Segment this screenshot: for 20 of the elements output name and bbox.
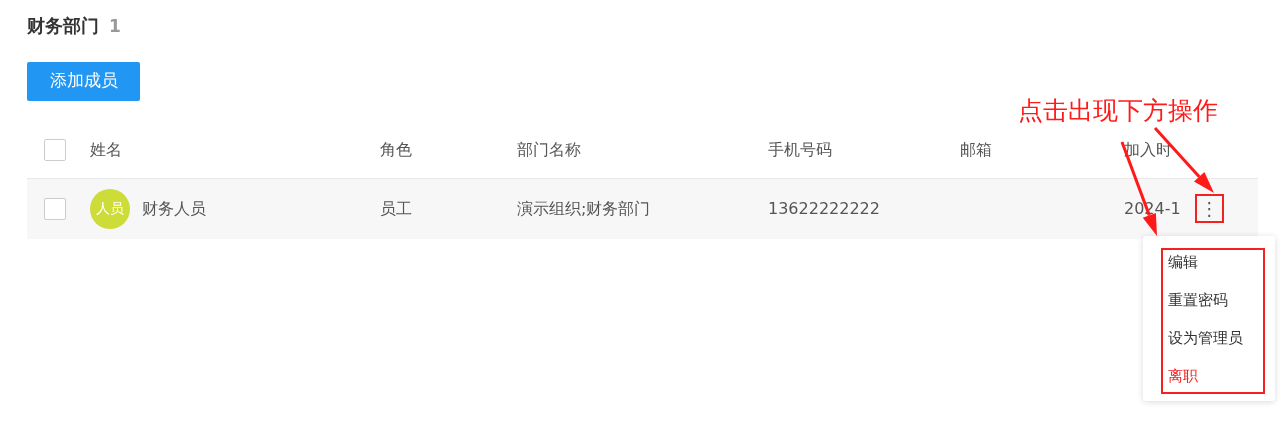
column-header: 角色	[380, 140, 412, 159]
annotation-text: 点击出现下方操作	[1018, 95, 1218, 127]
column-header: 邮箱	[960, 140, 992, 159]
column-header: 手机号码	[768, 140, 832, 159]
table-cell: 演示组织;财务部门	[517, 198, 651, 218]
column-header: 部门名称	[517, 140, 581, 159]
table-cell-text: 财务人员	[142, 197, 206, 220]
row-checkbox[interactable]	[44, 197, 66, 220]
table-cell: 13622222222	[768, 198, 880, 218]
table-cell: 员工	[380, 198, 412, 218]
section-title: 财务部门	[27, 14, 99, 38]
menu-item[interactable]: 编辑	[1168, 252, 1198, 272]
avatar: 人员	[90, 188, 130, 229]
select-all-checkbox[interactable]	[44, 139, 66, 161]
more-button[interactable]: ⋮	[1194, 194, 1224, 223]
menu-item[interactable]: 设为管理员	[1168, 328, 1243, 348]
menu-item[interactable]: 重置密码	[1168, 290, 1228, 310]
member-count: 1	[109, 15, 121, 38]
column-header: 姓名	[90, 140, 122, 159]
menu-item[interactable]: 离职	[1168, 366, 1198, 386]
